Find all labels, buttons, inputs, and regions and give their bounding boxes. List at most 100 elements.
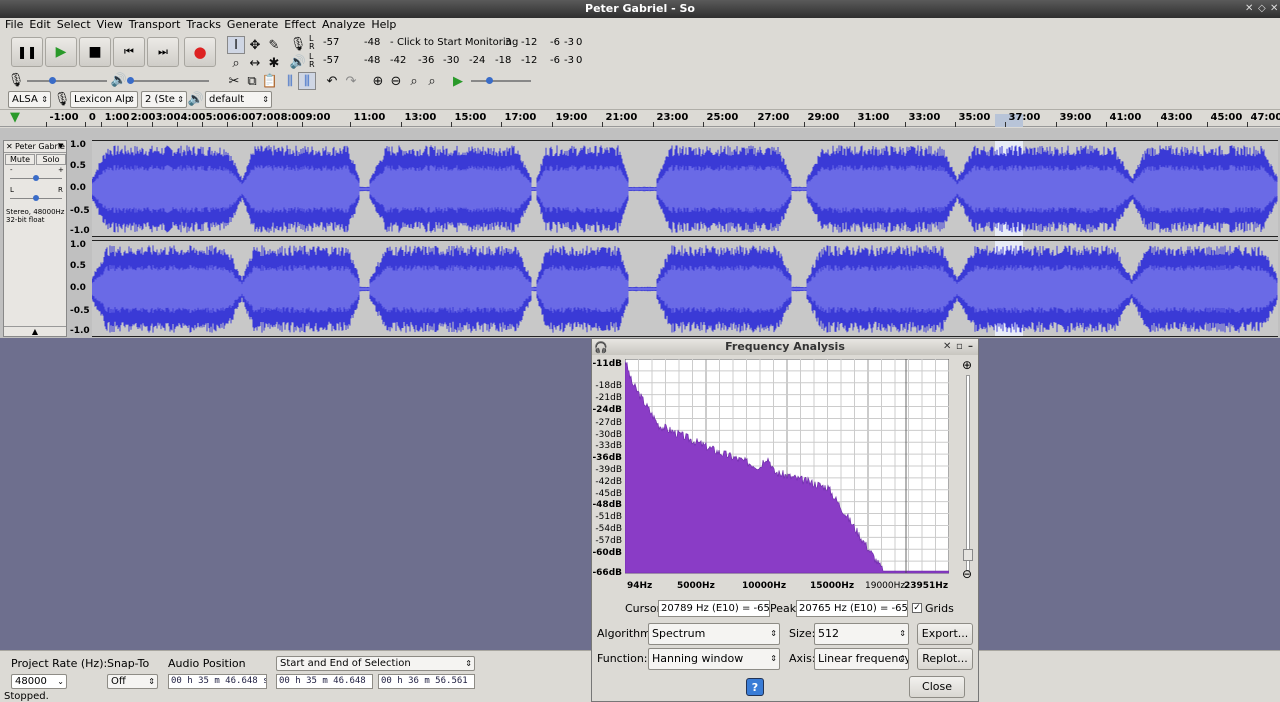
spectrum-y-label: -54dB — [595, 524, 622, 534]
selection-end-time[interactable]: 00 h 36 m 56.561 s — [378, 674, 475, 689]
draw-tool-icon[interactable]: ✎ — [265, 36, 283, 54]
selection-tool-icon[interactable]: I — [227, 36, 245, 54]
pan-slider-thumb[interactable] — [33, 195, 39, 201]
trim-icon[interactable]: ⫼ — [281, 72, 299, 90]
menu-select[interactable]: Select — [56, 18, 96, 34]
play-speed-thumb[interactable] — [486, 77, 493, 84]
spectrum-plot[interactable] — [625, 359, 949, 579]
channels-select[interactable]: 2 (Ste ⇕ — [141, 91, 187, 108]
track-bitdepth-info: 32-bit float — [6, 216, 45, 224]
spectrum-x-label: 5000Hz — [677, 581, 715, 591]
mute-button[interactable]: Mute — [5, 154, 35, 165]
project-rate-select[interactable]: 48000 ⌄ — [11, 674, 67, 689]
track-close-icon[interactable]: ✕ — [6, 141, 13, 152]
ruler-tick-label: 33:00 — [908, 112, 941, 123]
ruler-tick-label: 0 — [88, 112, 96, 123]
input-volume-thumb[interactable] — [49, 77, 56, 84]
zoom-in-icon[interactable]: ⊕ — [962, 358, 972, 372]
playback-meter[interactable]: -57 -48 -42 -36 -30 -24 -18 -12 -6 -3 0 — [317, 54, 585, 70]
play-scale-2: -42 — [390, 55, 407, 66]
axis-select[interactable]: Linear frequency ⇕ — [814, 648, 909, 670]
waveform-left-channel[interactable] — [92, 140, 1278, 237]
zoom-slider-thumb[interactable] — [963, 549, 973, 561]
waveform-axis-label: 1.0 — [70, 140, 86, 150]
timeshift-tool-icon[interactable]: ↔ — [246, 54, 264, 72]
play-head-marker-icon[interactable]: ▼ — [10, 111, 20, 124]
redo-icon[interactable]: ↷ — [342, 72, 360, 90]
recording-device-value: Lexicon Alp — [74, 94, 132, 105]
play-at-speed-icon[interactable]: ▶ — [449, 72, 467, 90]
zoom-out-icon[interactable]: ⊖ — [387, 72, 405, 90]
selection-mode-select[interactable]: Start and End of Selection ⇕ — [276, 656, 475, 671]
recording-device-select[interactable]: Lexicon Alp ⇕ — [70, 91, 138, 108]
record-meter-prompt: Click to Start Monitoring — [397, 37, 519, 48]
ruler-tick-label: 45:00 — [1210, 112, 1243, 123]
menu-transport[interactable]: Transport — [128, 18, 186, 34]
cut-icon[interactable]: ✂ — [225, 72, 243, 90]
dialog-maximize-icon[interactable]: ▫ — [956, 339, 963, 355]
close-icon[interactable]: ✕ — [1270, 0, 1278, 18]
selection-start-time[interactable]: 00 h 35 m 46.648 s — [276, 674, 373, 689]
solo-button[interactable]: Solo — [36, 154, 66, 165]
audio-host-select[interactable]: ALSA ⇕ — [8, 91, 51, 108]
fit-selection-icon[interactable]: ⌕ — [405, 72, 423, 90]
function-select[interactable]: Hanning window ⇕ — [648, 648, 780, 670]
fit-project-icon[interactable]: ⌕ — [423, 72, 441, 90]
spectrum-x-label: 23951Hz — [904, 581, 949, 591]
spectrum-y-label: -60dB — [592, 548, 622, 558]
stop-button[interactable]: ■ — [79, 37, 111, 67]
menu-edit[interactable]: Edit — [28, 18, 55, 34]
pause-button[interactable]: ❚❚ — [11, 37, 43, 67]
menu-analyze[interactable]: Analyze — [321, 18, 370, 34]
dialog-close-x-icon[interactable]: ✕ — [943, 339, 951, 355]
grids-checkbox[interactable]: ✓ — [912, 603, 922, 613]
minimize-icon[interactable]: ✕ — [1245, 0, 1253, 18]
track-menu-arrow-icon[interactable]: ▼ — [58, 141, 63, 152]
toolbar-area: ❚❚ ▶ ■ ⏮ ⏭ ● I ✥ ✎ ⌕ ↔ ✱ 🎙 LR -57 -48 - … — [0, 34, 1280, 110]
export-button[interactable]: Export... — [917, 623, 973, 645]
menu-effect[interactable]: Effect — [283, 18, 321, 34]
menu-help[interactable]: Help — [370, 18, 401, 34]
close-button[interactable]: Close — [909, 676, 965, 698]
zoom-slider-track[interactable] — [966, 375, 970, 571]
undo-icon[interactable]: ↶ — [323, 72, 341, 90]
ruler-tick-label: 27:00 — [757, 112, 790, 123]
snap-to-select[interactable]: Off ⇕ — [107, 674, 158, 689]
help-button[interactable]: ? — [746, 678, 764, 696]
zoom-in-icon[interactable]: ⊕ — [369, 72, 387, 90]
size-select[interactable]: 512 ⇕ — [814, 623, 909, 645]
skip-start-button[interactable]: ⏮ — [113, 37, 145, 67]
paste-icon[interactable]: 📋 — [261, 72, 279, 90]
zoom-tool-icon[interactable]: ⌕ — [227, 54, 245, 72]
playback-device-select[interactable]: default ⇕ — [205, 91, 272, 108]
function-label: Function: — [597, 652, 648, 665]
multi-tool-icon[interactable]: ✱ — [265, 54, 283, 72]
play-button[interactable]: ▶ — [45, 37, 77, 67]
maximize-icon[interactable]: ◇ — [1258, 0, 1266, 18]
timeline-ruler[interactable]: ▼ -1:00 0 1:00 2:00 3:00 4:00 5:00 6:00 7:00 8:00… — [0, 110, 1280, 127]
record-meter[interactable]: -57 -48 - Click to Start Monitoring 3 -1… — [317, 36, 585, 52]
skip-end-button[interactable]: ⏭ — [147, 37, 179, 67]
waveform-right-channel[interactable] — [92, 240, 1278, 337]
silence-icon[interactable]: ⫼ — [298, 72, 316, 90]
algorithm-select[interactable]: Spectrum ⇕ — [648, 623, 780, 645]
gain-slider-thumb[interactable] — [33, 175, 39, 181]
input-volume-slider[interactable] — [27, 80, 107, 82]
envelope-tool-icon[interactable]: ✥ — [246, 36, 264, 54]
menu-view[interactable]: View — [96, 18, 128, 34]
record-button[interactable]: ● — [184, 37, 216, 67]
zoom-out-icon[interactable]: ⊖ — [962, 567, 972, 581]
audio-position-time[interactable]: 00 h 35 m 46.648 s — [168, 674, 267, 689]
output-volume-slider[interactable] — [129, 80, 209, 82]
dialog-minimize-icon[interactable]: – — [968, 339, 973, 355]
output-volume-thumb[interactable] — [127, 77, 134, 84]
menu-tracks[interactable]: Tracks — [185, 18, 226, 34]
replot-button[interactable]: Replot... — [917, 648, 973, 670]
axis-label: Axis: — [789, 652, 816, 665]
menu-generate[interactable]: Generate — [226, 18, 283, 34]
collapse-track-icon[interactable]: ▲ — [4, 326, 66, 337]
copy-icon[interactable]: ⧉ — [243, 72, 261, 90]
menu-file[interactable]: File — [4, 18, 28, 34]
ruler-tick-mark — [753, 122, 755, 127]
play-speed-slider[interactable] — [471, 80, 531, 82]
